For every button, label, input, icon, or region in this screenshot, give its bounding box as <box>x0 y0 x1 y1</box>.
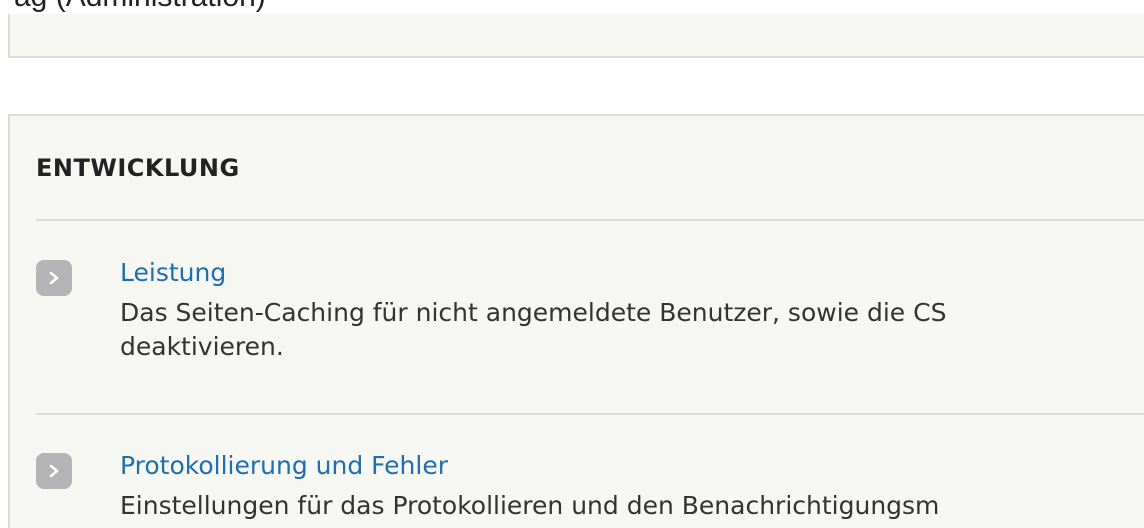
item-description: Einstellungen für das Protokollieren und… <box>120 489 1144 523</box>
admin-config-page: ag (Administration) ENTWICKLUNG Leistung… <box>0 0 1144 528</box>
chevron-right-icon[interactable] <box>36 453 72 489</box>
previous-panel <box>8 14 1144 58</box>
divider <box>36 219 1144 221</box>
page-caption: ag (Administration) <box>14 0 266 14</box>
leistung-link[interactable]: Leistung <box>120 256 226 290</box>
panel-title: ENTWICKLUNG <box>36 154 240 182</box>
description-line: Einstellungen für das Protokollieren und… <box>120 491 940 520</box>
description-line: deaktivieren. <box>120 332 284 361</box>
divider <box>36 413 1144 415</box>
description-line: Das Seiten-Caching für nicht angemeldete… <box>120 298 947 327</box>
item-description: Das Seiten-Caching für nicht angemeldete… <box>120 296 1144 364</box>
development-panel: ENTWICKLUNG Leistung Das Seiten-Caching … <box>8 114 1144 528</box>
protokollierung-link[interactable]: Protokollierung und Fehler <box>120 449 448 483</box>
chevron-right-icon[interactable] <box>36 260 72 296</box>
